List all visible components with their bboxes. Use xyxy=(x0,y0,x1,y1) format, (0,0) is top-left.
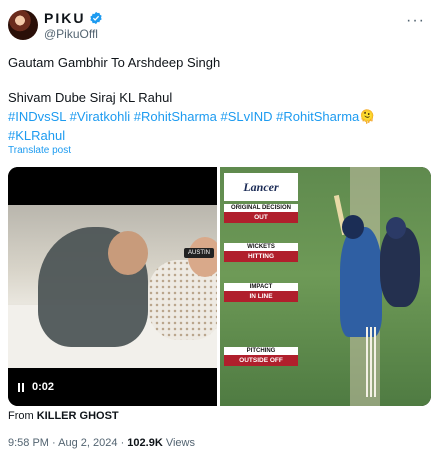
avatar[interactable] xyxy=(8,10,38,40)
person-head xyxy=(108,231,148,275)
keeper-helmet xyxy=(386,217,406,239)
video-duration: 0:02 xyxy=(32,381,55,393)
drs-label: ORIGINAL DECISION xyxy=(231,205,291,211)
drs-label: WICKETS xyxy=(247,244,275,250)
post-date[interactable]: Aug 2, 2024 xyxy=(58,437,117,449)
drs-label: PITCHING xyxy=(246,348,276,354)
video-source: From KILLER GHOST xyxy=(8,410,119,422)
hashtag-link[interactable]: #KLRahul xyxy=(8,128,65,143)
drs-panel-pitching: PITCHING OUTSIDE OFF xyxy=(224,347,298,366)
post-text-line-1: Gautam Gambhir To Arshdeep Singh xyxy=(8,55,221,70)
author-handle[interactable]: @PikuOffl xyxy=(44,27,98,41)
drs-value: IN LINE xyxy=(224,291,298,302)
more-options-icon[interactable]: ··· xyxy=(406,12,425,30)
emoji: 🫠 xyxy=(359,109,376,124)
source-name[interactable]: KILLER GHOST xyxy=(37,410,119,422)
video-frame: AUSTIN WF xyxy=(8,205,217,368)
hashtag-link[interactable]: #INDvsSL xyxy=(8,109,66,124)
views-count: 102.9K xyxy=(127,437,163,449)
source-prefix: From xyxy=(8,410,34,422)
drs-value: HITTING xyxy=(224,251,298,262)
sponsor-logo: Lancer xyxy=(224,173,298,201)
hashtag-link[interactable]: #RohitSharma xyxy=(276,109,359,124)
batter-figure xyxy=(340,227,382,337)
views-label: Views xyxy=(165,437,195,449)
drs-label: IMPACT xyxy=(249,284,273,290)
meta-separator: · xyxy=(52,437,56,449)
post-meta: 9:58 PM · Aug 2, 2024 · 102.9K Views xyxy=(8,437,195,449)
post-time[interactable]: 9:58 PM xyxy=(8,437,49,449)
drs-panel-wickets: WICKETS HITTING xyxy=(224,243,298,262)
author-name[interactable]: PIKU xyxy=(44,10,85,26)
post-text-line-2: Shivam Dube Siraj KL Rahul xyxy=(8,90,173,105)
post-header: PIKU @PikuOffl ··· xyxy=(8,10,431,44)
video-controls[interactable]: 0:02 xyxy=(18,381,54,393)
hashtag-link[interactable]: #RohitSharma xyxy=(134,109,217,124)
post-text: Gautam Gambhir To Arshdeep Singh Shivam … xyxy=(8,53,431,145)
hashtag-row-2: #KLRahul xyxy=(8,126,431,145)
video-player[interactable]: AUSTIN WF 0:02 xyxy=(8,167,217,406)
stumps-shape xyxy=(366,327,376,397)
drs-panel-original-decision: ORIGINAL DECISION OUT xyxy=(224,204,298,223)
media-grid: AUSTIN WF 0:02 Lancer ORIGINAL DECISION … xyxy=(8,167,431,406)
corner-tag: AUSTIN xyxy=(184,248,215,258)
drs-panel-impact: IMPACT IN LINE xyxy=(224,283,298,302)
author-name-row: PIKU xyxy=(44,10,103,26)
drs-value: OUTSIDE OFF xyxy=(224,355,298,366)
translate-post-link[interactable]: Translate post xyxy=(8,145,71,156)
verified-badge-icon xyxy=(90,11,103,25)
meta-separator: · xyxy=(120,437,125,449)
batter-helmet xyxy=(342,215,364,239)
pause-icon[interactable] xyxy=(18,382,24,392)
hashtag-row-1: #INDvsSL #Viratkohli #RohitSharma #SLvIN… xyxy=(8,107,431,126)
image-drs[interactable]: Lancer ORIGINAL DECISION OUT WICKETS HIT… xyxy=(220,167,431,406)
keeper-figure xyxy=(380,227,420,307)
hashtag-link[interactable]: #Viratkohli xyxy=(70,109,130,124)
drs-value: OUT xyxy=(224,212,298,223)
hashtag-link[interactable]: #SLvIND xyxy=(221,109,273,124)
